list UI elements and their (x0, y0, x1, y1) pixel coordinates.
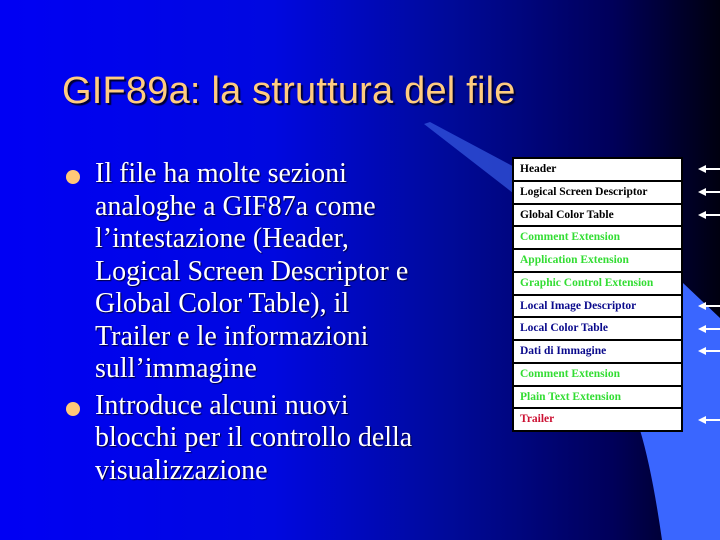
bullet-dot-icon (66, 170, 80, 184)
table-row-label: Header (520, 163, 557, 175)
left-arrow-icon (698, 210, 720, 219)
left-arrow-icon (698, 347, 720, 356)
table-row: Plain Text Extension (512, 386, 683, 410)
slide-title: GIF89a: la struttura del file (62, 70, 516, 112)
bullet-dot-icon (66, 401, 80, 416)
left-arrow-icon (698, 301, 720, 310)
table-row-label: Comment Extension (520, 231, 620, 244)
left-arrow-icon (698, 188, 720, 197)
table-row-label: Local Image Descriptor (520, 299, 637, 312)
bullet-list: Il file ha molte sezioni analoghe a GIF8… (66, 158, 486, 487)
arrow-shaft (704, 213, 720, 216)
bullet-line: blocchi per il controllo della (95, 422, 413, 453)
bullet-line: Logical Screen Descriptor e (95, 255, 409, 287)
table-row-label: Application Extension (520, 254, 629, 266)
table-row: Application Extension (512, 250, 683, 273)
bullet-line: Trailer e le informazioni (95, 320, 369, 352)
table-row: Comment Extension (512, 227, 683, 250)
table-row: Global Color Table (512, 204, 683, 228)
table-row-label: Plain Text Extension (520, 390, 621, 403)
arrow-shaft (704, 418, 720, 421)
table-row: Graphic Control Extension (512, 272, 683, 296)
arrow-shaft (704, 304, 720, 307)
table-row: Local Image Descriptor (512, 295, 683, 319)
table-row: Comment Extension (512, 363, 683, 387)
arrow-shaft (704, 327, 720, 330)
arrow-shaft (704, 350, 720, 353)
bullet-line: analoghe a GIF87a come (95, 190, 376, 222)
table-row-label: Dati di Immagine (520, 345, 607, 357)
table-row: Trailer (512, 409, 683, 432)
arrow-shaft (704, 168, 720, 171)
table-row-label: Graphic Control Extension (520, 276, 654, 289)
table-row-label: Trailer (520, 413, 555, 426)
table-row: Header (512, 159, 683, 182)
bullet-line: l’intestazione (Header, (95, 223, 349, 254)
table-row-label: Logical Screen Descriptor (520, 185, 648, 198)
bullet-line: Il file ha molte sezioni (95, 158, 347, 189)
table-row: Logical Screen Descriptor (512, 181, 683, 205)
bullet-line: sull’immagine (95, 353, 257, 384)
left-arrow-icon (698, 324, 720, 333)
bullet-line: Global Color Table), il (95, 288, 350, 319)
left-arrow-icon (698, 415, 720, 424)
table-row: Local Color Table (512, 318, 683, 341)
table-row-label: Global Color Table (520, 208, 614, 221)
slide: GIF89a: la struttura del file Il file ha… (0, 0, 720, 540)
table-row-label: Local Color Table (520, 322, 608, 335)
table-row-label: Comment Extension (520, 367, 620, 380)
gif-structure-table: Header Logical Screen Descriptor Global Co… (512, 157, 683, 432)
left-arrow-icon (698, 165, 720, 174)
bullet-line: Introduce alcuni nuovi (95, 389, 349, 421)
bullet-item: Il file ha molte sezioni analoghe a GIF8… (66, 158, 486, 386)
table-row: Dati di Immagine (512, 341, 683, 364)
arrow-shaft (704, 191, 720, 194)
bullet-item: Introduce alcuni nuovi blocchi per il co… (66, 390, 486, 488)
bullet-line: visualizzazione (95, 454, 268, 486)
